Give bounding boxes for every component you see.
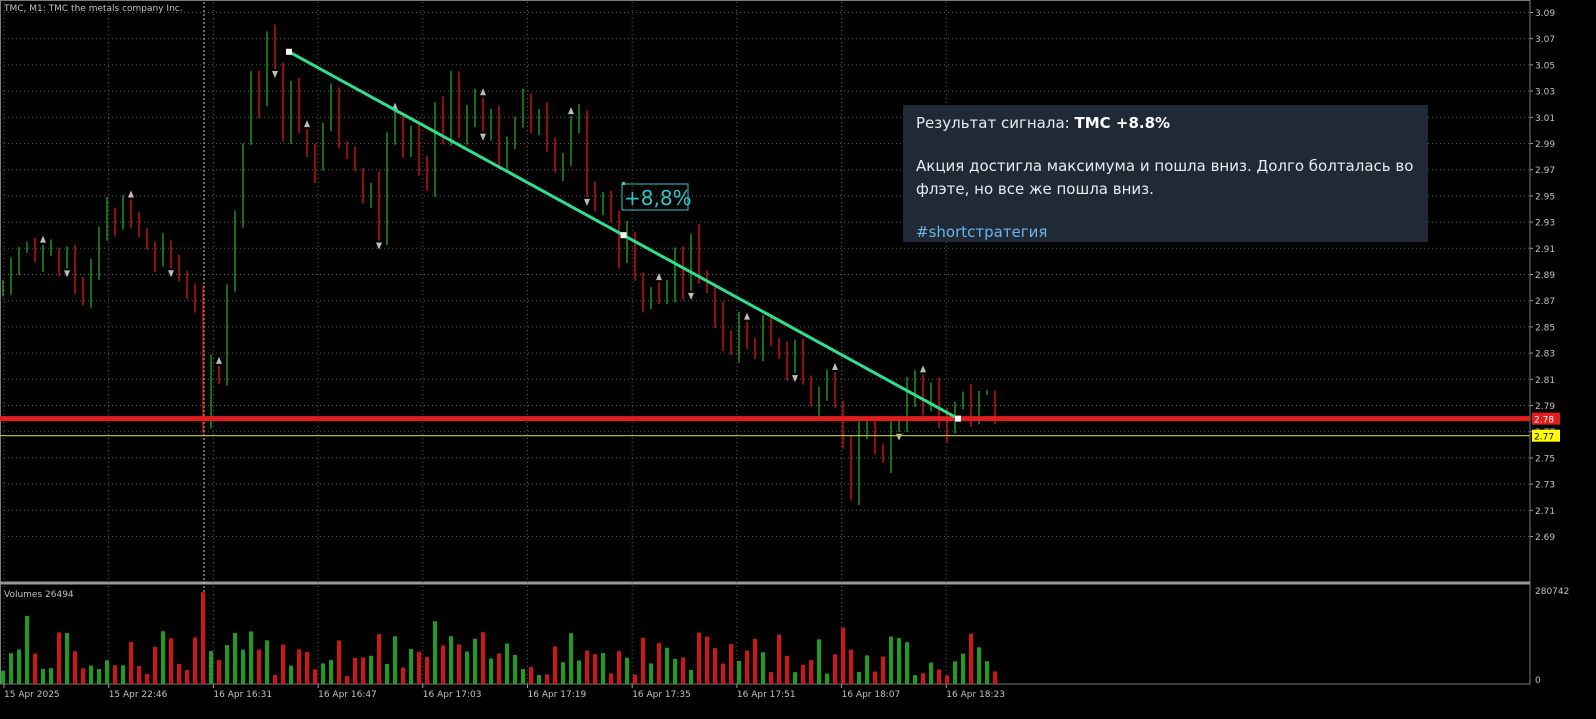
trend-anchor	[620, 232, 627, 239]
hashtag-link[interactable]: #shortстратегия	[916, 221, 1415, 244]
x-tick-label: 16 Apr 18:23	[946, 690, 1005, 700]
trading-terminal: +8,8% 3.09 3.07 3.05 3.03 3.01 2.99 2.97 2.95 2.…	[0, 0, 1596, 719]
x-tick-label: 16 Apr 17:19	[528, 690, 587, 700]
y-tick-label: 2.85	[1535, 323, 1555, 333]
fractal-up-marker	[216, 356, 222, 364]
fractal-down-marker	[64, 270, 70, 278]
signal-result-value: TMC +8.8%	[1074, 114, 1171, 132]
fractal-down-marker	[584, 198, 590, 206]
x-tick-label: 16 Apr 17:51	[737, 690, 796, 700]
fractal-up-marker	[40, 235, 46, 243]
y-tick-label: 2.69	[1535, 533, 1555, 543]
y-tick-label: 3.05	[1535, 61, 1555, 71]
signal-body-line-1: Акция достигла максимума и пошла вниз. Д…	[916, 157, 1414, 175]
signal-body-line-2: флэте, но все же пошла вниз.	[916, 180, 1154, 198]
y-tick-label: 2.71	[1535, 507, 1555, 517]
volume-max-label: 280742	[1535, 587, 1569, 597]
signal-result-card: Результат сигнала: TMC +8.8% Акция дости…	[903, 105, 1428, 242]
signal-result-line: Результат сигнала: TMC +8.8%	[916, 112, 1415, 135]
y-tick-label: 2.79	[1535, 402, 1555, 412]
y-tick-label: 2.89	[1535, 271, 1555, 281]
y-tick-label: 2.87	[1535, 297, 1555, 307]
y-tick-label: 2.81	[1535, 376, 1555, 386]
annotation-anchor	[622, 182, 625, 185]
y-tick-label: 2.83	[1535, 350, 1555, 360]
fractal-down-marker	[688, 292, 694, 300]
volume-min-label: 0	[1535, 676, 1541, 686]
y-tick-label: 2.93	[1535, 219, 1555, 229]
volume-title: Volumes 26494	[4, 590, 74, 600]
price-label: 2.77	[1534, 433, 1554, 443]
x-tick-label: 15 Apr 2025	[4, 690, 60, 700]
y-tick-label: 3.01	[1535, 114, 1555, 124]
fractal-down-marker	[272, 71, 278, 79]
y-tick-label: 2.73	[1535, 481, 1555, 491]
fractal-down-marker	[168, 270, 174, 278]
y-tick-label: 2.75	[1535, 454, 1555, 464]
trend-anchor	[286, 48, 292, 55]
fractal-down-marker	[480, 133, 486, 141]
signal-annotation: +8,8%	[624, 186, 692, 210]
signal-body: Акция достигла максимума и пошла вниз. Д…	[916, 155, 1415, 201]
chart-title: TMC, M1: TMC the metals company Inc.	[3, 4, 183, 14]
fractal-up-marker	[128, 190, 134, 198]
y-tick-label: 3.07	[1535, 35, 1555, 45]
fractal-up-marker	[920, 365, 926, 373]
x-tick-label: 15 Apr 22:46	[109, 690, 168, 700]
signal-result-label: Результат сигнала:	[916, 114, 1070, 132]
fractal-down-marker	[896, 433, 902, 441]
y-tick-label: 2.95	[1535, 192, 1555, 202]
x-tick-label: 16 Apr 17:35	[632, 690, 691, 700]
trend-anchor	[955, 415, 961, 422]
y-tick-label: 2.99	[1535, 140, 1555, 150]
y-tick-label: 2.97	[1535, 166, 1555, 176]
chart-frame	[0, 0, 1531, 685]
x-tick-label: 16 Apr 16:47	[318, 690, 377, 700]
fractal-up-marker	[744, 312, 750, 320]
fractal-up-marker	[480, 88, 486, 96]
y-tick-label: 2.91	[1535, 245, 1555, 255]
y-tick-label: 3.09	[1535, 9, 1555, 19]
price-label: 2.78	[1534, 416, 1554, 426]
fractal-up-marker	[832, 363, 838, 371]
fractal-up-marker	[304, 120, 310, 128]
x-tick-label: 16 Apr 17:03	[423, 690, 482, 700]
x-tick-label: 16 Apr 16:31	[213, 690, 272, 700]
fractal-up-marker	[568, 107, 574, 115]
x-tick-label: 16 Apr 18:07	[842, 690, 901, 700]
fractal-down-marker	[792, 375, 798, 383]
y-tick-label: 3.03	[1535, 88, 1555, 98]
